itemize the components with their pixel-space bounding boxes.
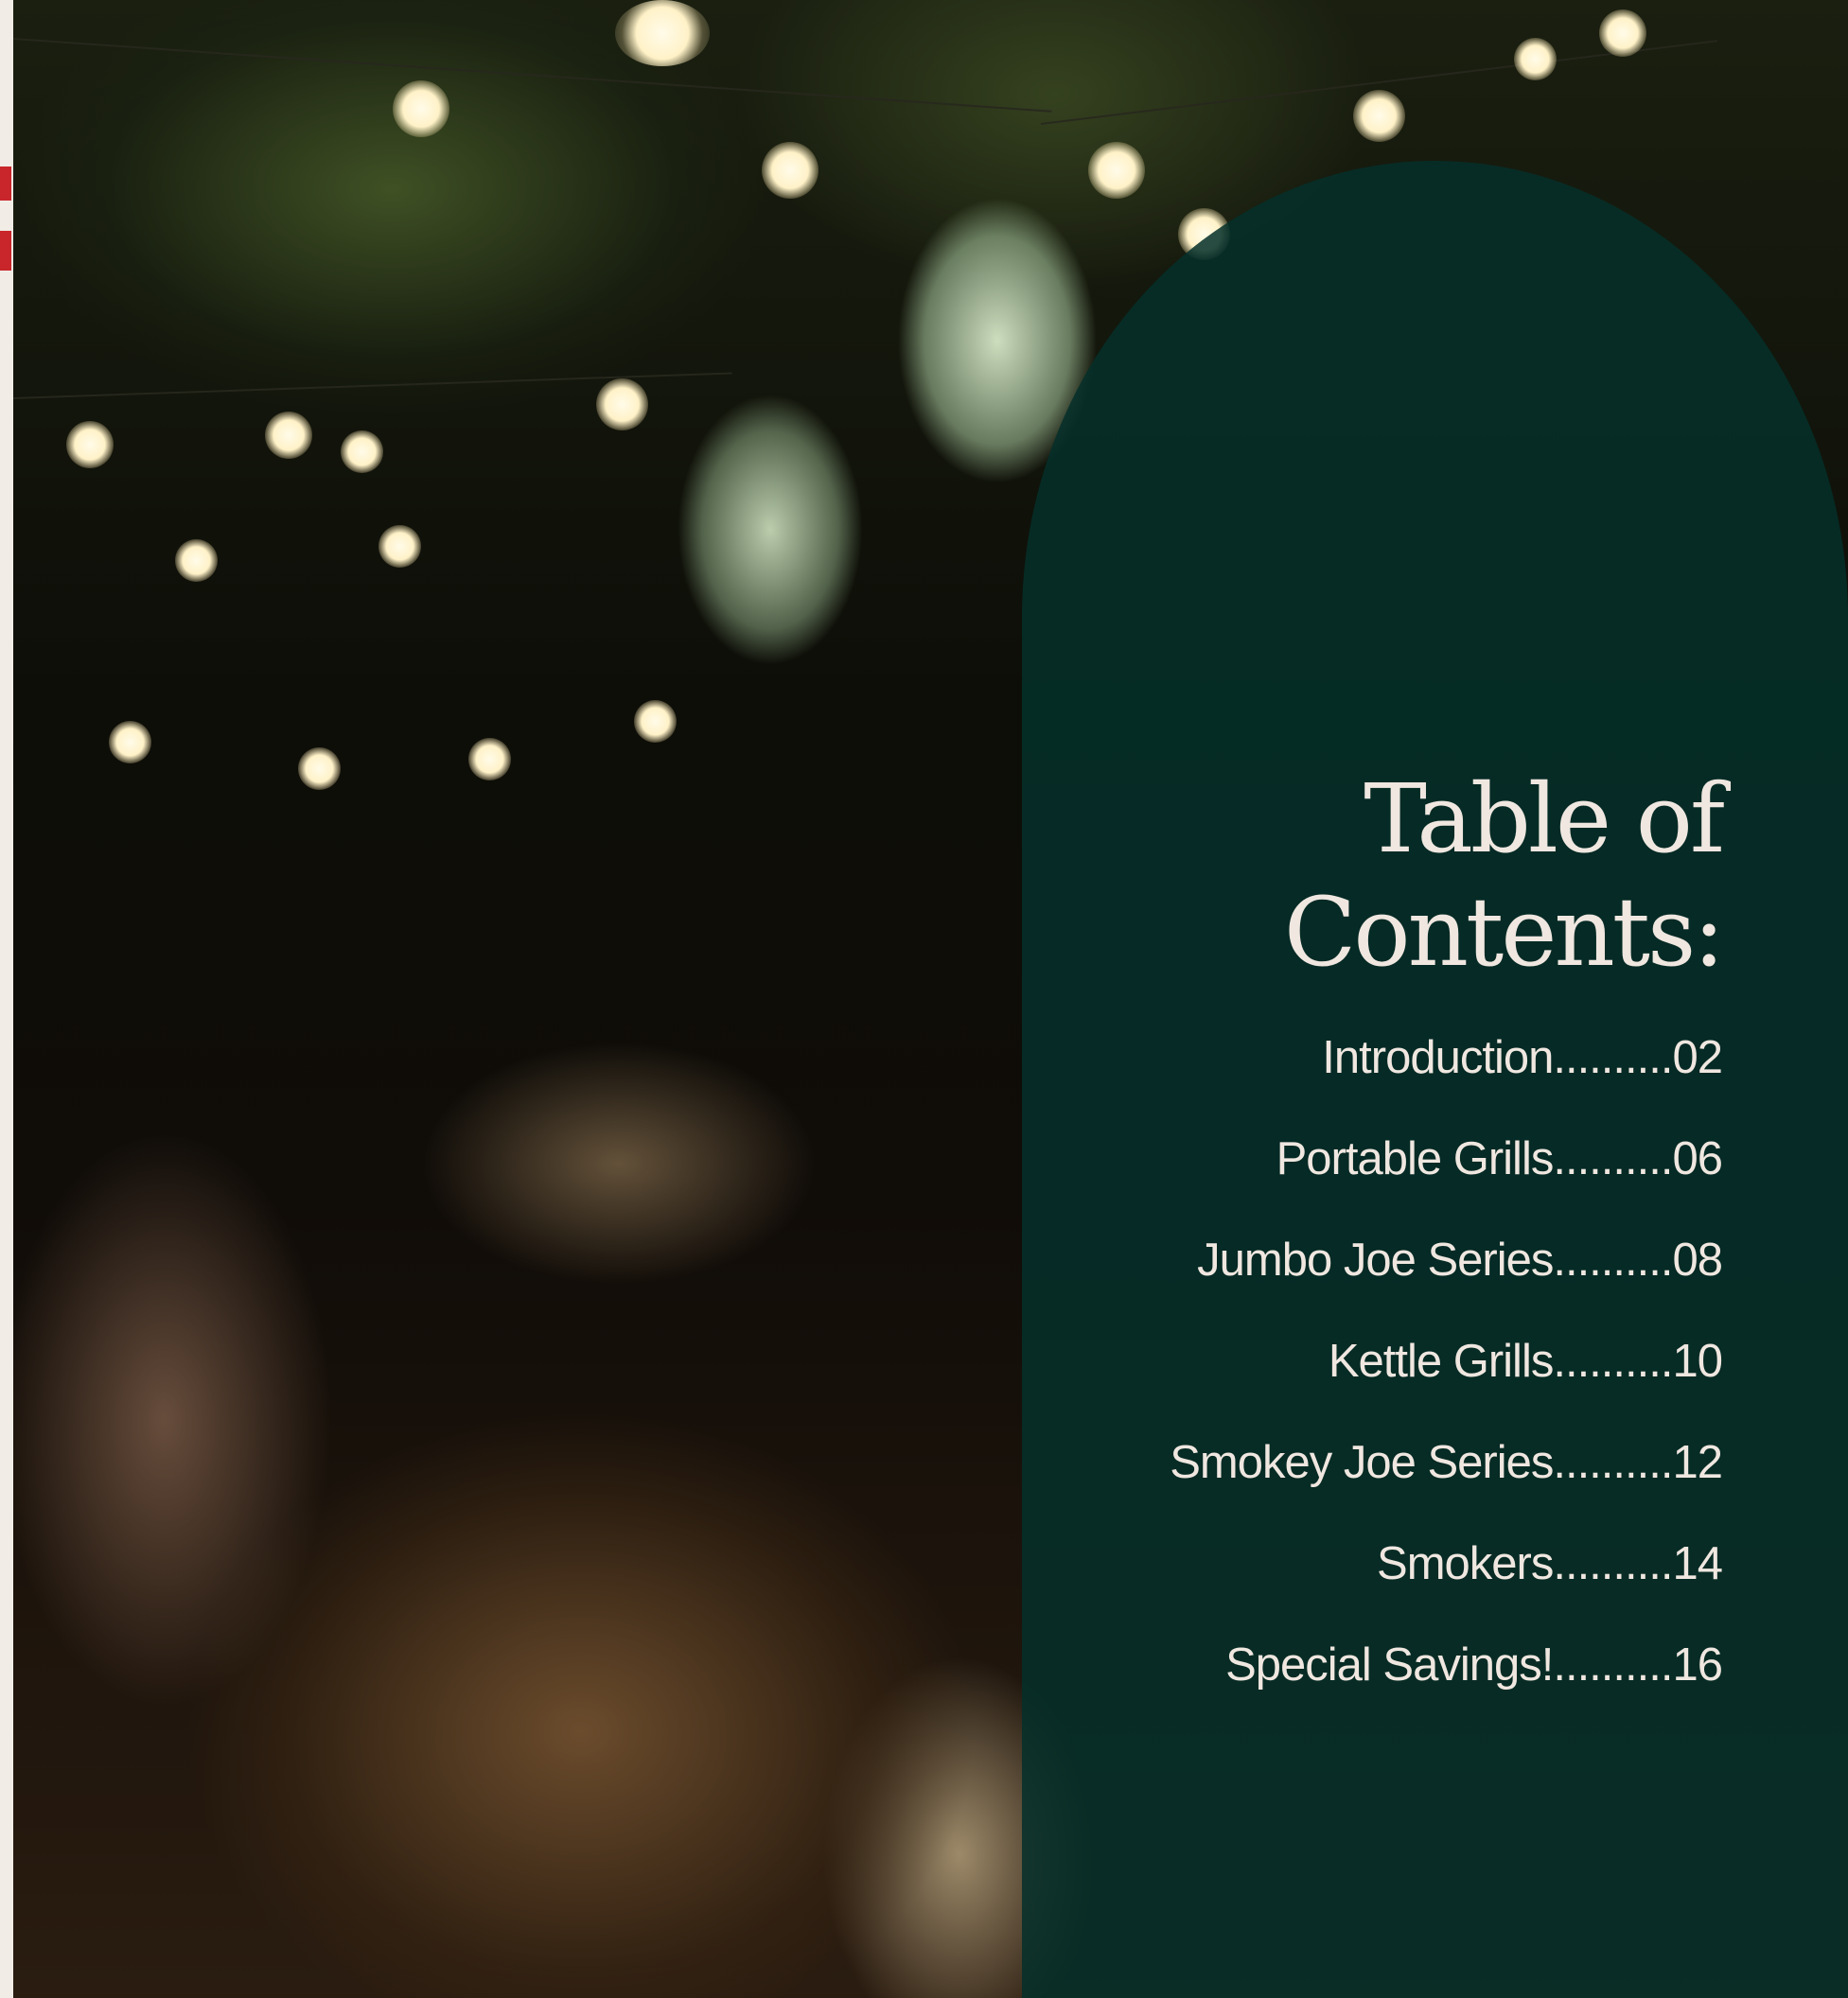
toc-item-page: 06 [1672,1133,1723,1184]
light-bulb [1353,90,1405,142]
light-bulb [265,412,312,459]
light-bulb [393,80,449,137]
toc-item-leader: .......... [1553,1032,1673,1083]
toc-list: Introduction..........02 Portable Grills… [1170,1022,1723,1730]
toc-item-leader: .......... [1553,1437,1673,1488]
toc-item-special-savings[interactable]: Special Savings!..........16 [1170,1629,1723,1730]
toc-item-label: Introduction [1322,1032,1554,1083]
toc-item-page: 16 [1672,1639,1723,1691]
toc-item-page: 02 [1672,1032,1723,1083]
toc-item-label: Special Savings! [1225,1639,1554,1691]
toc-item-label: Kettle Grills [1328,1336,1555,1387]
toc-item-label: Portable Grills [1276,1133,1555,1184]
light-bulb [109,721,151,763]
toc-item-label: Smokey Joe Series [1170,1437,1554,1488]
light-bulb [762,142,818,199]
light-bulb [615,0,710,66]
toc-item-leader: .......... [1553,1538,1673,1589]
toc-item-leader: .......... [1553,1639,1673,1691]
page-edge-strip [0,0,13,1998]
light-bulb [378,525,421,568]
light-bulb [1088,142,1145,199]
light-bulb [341,430,383,473]
light-bulb [298,747,341,790]
light-bulb [175,539,218,582]
catalog-page: Table of Contents: Introduction.........… [0,0,1848,1998]
toc-item-page: 14 [1672,1538,1723,1589]
light-bulb [468,738,511,780]
toc-item-smokey-joe-series[interactable]: Smokey Joe Series..........12 [1170,1427,1723,1528]
toc-title: Table of Contents: [1283,762,1725,990]
light-bulb [1599,9,1646,57]
toc-title-line-2: Contents: [1283,877,1725,988]
light-bulb [596,378,648,430]
toc-item-introduction[interactable]: Introduction..........02 [1170,1022,1723,1123]
toc-item-leader: .......... [1553,1336,1673,1387]
toc-item-leader: .......... [1553,1133,1673,1184]
light-bulb [1514,38,1557,80]
edge-mark-top [0,166,11,201]
toc-item-portable-grills[interactable]: Portable Grills..........06 [1170,1123,1723,1224]
toc-item-page: 10 [1672,1336,1723,1387]
toc-item-label: Jumbo Joe Series [1197,1235,1554,1286]
toc-title-line-1: Table of [1364,763,1725,874]
light-bulb [66,421,114,468]
toc-item-page: 12 [1672,1437,1723,1488]
toc-item-page: 08 [1672,1235,1723,1286]
edge-mark-bottom [0,231,11,271]
toc-item-smokers[interactable]: Smokers..........14 [1170,1528,1723,1629]
light-bulb [634,700,677,743]
toc-item-kettle-grills[interactable]: Kettle Grills..........10 [1170,1325,1723,1427]
toc-item-jumbo-joe-series[interactable]: Jumbo Joe Series..........08 [1170,1224,1723,1325]
toc-item-leader: .......... [1553,1235,1673,1286]
toc-item-label: Smokers [1377,1538,1554,1589]
